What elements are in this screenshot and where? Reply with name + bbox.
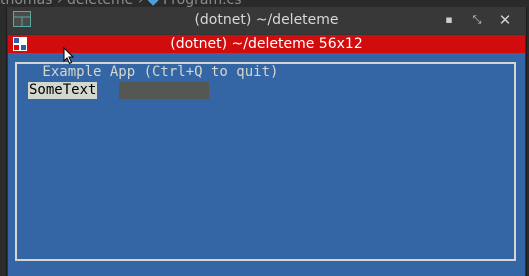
terminal-tab[interactable]: (dotnet) ~/deleteme 56x12 xyxy=(8,35,525,53)
close-icon[interactable]: ✕ xyxy=(497,12,513,28)
terminal-content[interactable]: Example App (Ctrl+Q to quit) SomeText xyxy=(8,53,525,276)
mouse-pointer-icon xyxy=(63,47,75,65)
text-input[interactable] xyxy=(119,82,209,99)
tab-title: (dotnet) ~/deleteme 56x12 xyxy=(170,36,363,52)
minimize-icon[interactable]: ▪ xyxy=(441,12,457,28)
frame-title: Example App (Ctrl+Q to quit) xyxy=(30,64,293,80)
maximize-icon[interactable]: ⤡ xyxy=(469,12,485,28)
terminal-window: (dotnet) ~/deleteme ▪ ⤡ ✕ (dotnet) ~/del… xyxy=(6,7,527,276)
app-frame: Example App (Ctrl+Q to quit) SomeText xyxy=(15,62,516,261)
window-titlebar[interactable]: (dotnet) ~/deleteme ▪ ⤡ ✕ xyxy=(7,7,526,34)
some-text-label: SomeText xyxy=(28,82,98,99)
